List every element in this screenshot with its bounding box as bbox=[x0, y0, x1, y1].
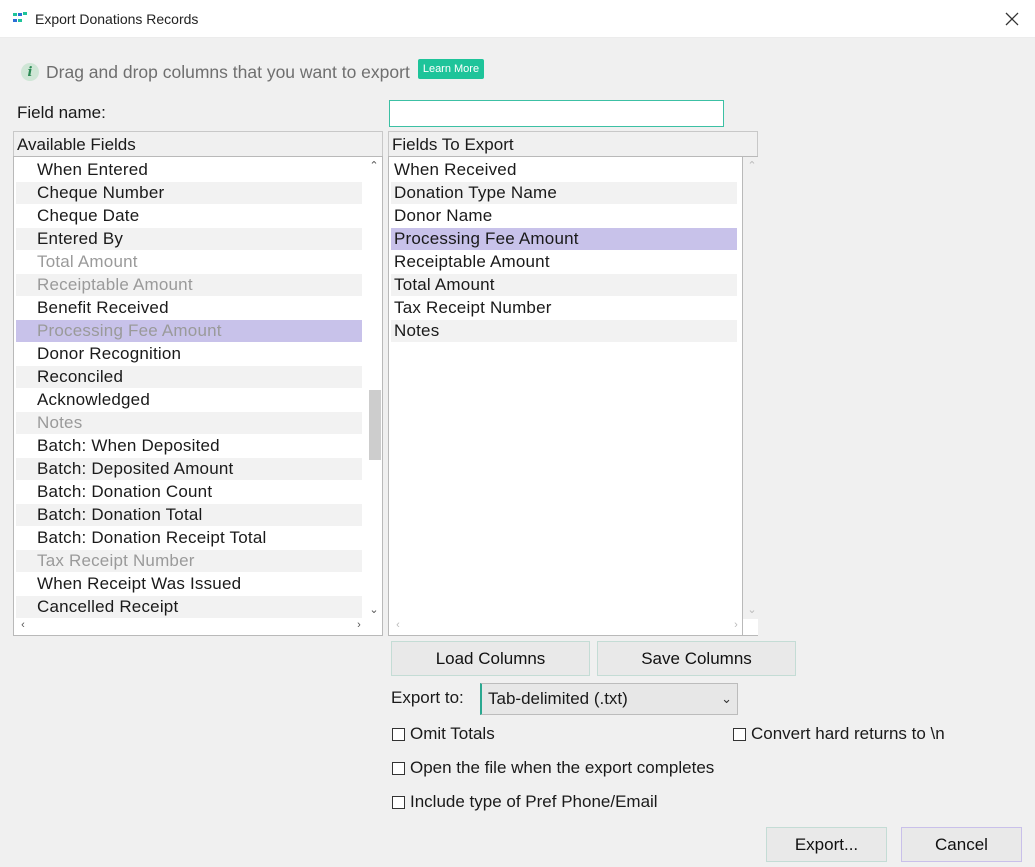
info-text: Drag and drop columns that you want to e… bbox=[46, 61, 410, 82]
checkbox-box[interactable] bbox=[392, 727, 405, 741]
list-item[interactable]: Donor Name bbox=[391, 205, 737, 227]
omit-totals-label: Omit Totals bbox=[410, 724, 495, 743]
convert-returns-checkbox[interactable]: Convert hard returns to \n bbox=[733, 724, 945, 744]
checkbox-box[interactable] bbox=[733, 727, 746, 741]
list-item[interactable]: Cancelled Receipt bbox=[16, 596, 362, 618]
list-item[interactable]: Total Amount bbox=[16, 251, 362, 273]
checkbox-box[interactable] bbox=[392, 761, 405, 775]
load-columns-button[interactable]: Load Columns bbox=[391, 641, 590, 676]
list-item[interactable]: Entered By bbox=[16, 228, 362, 250]
cancel-button[interactable]: Cancel bbox=[901, 827, 1022, 862]
info-icon: i bbox=[21, 63, 39, 81]
list-item[interactable]: Reconciled bbox=[16, 366, 362, 388]
include-pref-checkbox[interactable]: Include type of Pref Phone/Email bbox=[392, 792, 658, 812]
export-to-label: Export to: bbox=[391, 688, 464, 707]
scroll-up-arrow-icon[interactable]: ⌃ bbox=[365, 159, 382, 172]
scroll-right-arrow-icon[interactable]: › bbox=[350, 619, 368, 631]
list-item[interactable]: When Received bbox=[391, 159, 737, 181]
list-item[interactable]: Tax Receipt Number bbox=[16, 550, 362, 572]
open-file-label: Open the file when the export completes bbox=[410, 758, 715, 777]
window-title: Export Donations Records bbox=[35, 11, 199, 27]
list-item[interactable]: Acknowledged bbox=[16, 389, 362, 411]
save-columns-button[interactable]: Save Columns bbox=[597, 641, 796, 676]
list-item[interactable]: Notes bbox=[16, 412, 362, 434]
open-file-checkbox[interactable]: Open the file when the export completes bbox=[392, 758, 714, 778]
list-item[interactable]: Total Amount bbox=[391, 274, 737, 296]
list-item[interactable]: Batch: Donation Total bbox=[16, 504, 362, 526]
omit-totals-checkbox[interactable]: Omit Totals bbox=[392, 724, 495, 744]
list-item[interactable]: Donor Recognition bbox=[16, 343, 362, 365]
list-item[interactable]: When Receipt Was Issued bbox=[16, 573, 362, 595]
scroll-down-arrow-icon[interactable]: ⌄ bbox=[365, 603, 382, 616]
close-button[interactable] bbox=[989, 0, 1035, 38]
export-vertical-scrollbar[interactable]: ⌃ ⌄ bbox=[743, 157, 758, 619]
available-vertical-scrollbar[interactable]: ⌃ ⌄ bbox=[365, 157, 382, 619]
field-name-input[interactable] bbox=[389, 100, 724, 127]
list-item[interactable]: Batch: When Deposited bbox=[16, 435, 362, 457]
learn-more-button[interactable]: Learn More bbox=[417, 59, 485, 79]
list-item[interactable]: Batch: Donation Receipt Total bbox=[16, 527, 362, 549]
list-item[interactable]: Batch: Deposited Amount bbox=[16, 458, 362, 480]
include-pref-label: Include type of Pref Phone/Email bbox=[410, 792, 658, 811]
list-item[interactable]: Receiptable Amount bbox=[391, 251, 737, 273]
scroll-left-arrow-icon[interactable]: ‹ bbox=[14, 619, 32, 631]
list-item[interactable]: Batch: Donation Count bbox=[16, 481, 362, 503]
scroll-up-arrow-icon[interactable]: ⌃ bbox=[743, 159, 758, 172]
info-row: i Drag and drop columns that you want to… bbox=[21, 59, 485, 84]
list-item[interactable]: Processing Fee Amount bbox=[391, 228, 737, 250]
fields-to-export-header: Fields To Export bbox=[388, 131, 758, 157]
list-item[interactable]: Notes bbox=[391, 320, 737, 342]
export-horizontal-scrollbar[interactable]: ‹ › bbox=[389, 619, 742, 635]
export-format-select[interactable]: Tab-delimited (.txt) ⌄ bbox=[480, 683, 738, 715]
list-item[interactable]: Processing Fee Amount bbox=[16, 320, 362, 342]
convert-returns-label: Convert hard returns to \n bbox=[751, 724, 945, 743]
checkbox-box[interactable] bbox=[392, 795, 405, 809]
export-format-value: Tab-delimited (.txt) bbox=[488, 689, 628, 708]
list-item[interactable]: Receiptable Amount bbox=[16, 274, 362, 296]
list-item[interactable]: Cheque Date bbox=[16, 205, 362, 227]
scrollbar-thumb[interactable] bbox=[369, 390, 381, 460]
close-icon bbox=[1005, 12, 1019, 26]
list-item[interactable]: Benefit Received bbox=[16, 297, 362, 319]
list-item[interactable]: Tax Receipt Number bbox=[391, 297, 737, 319]
available-fields-header: Available Fields bbox=[13, 131, 383, 157]
scroll-right-arrow-icon[interactable]: › bbox=[727, 619, 745, 631]
export-button[interactable]: Export... bbox=[766, 827, 887, 862]
title-bar: Export Donations Records bbox=[0, 0, 1035, 38]
list-item[interactable]: When Entered bbox=[16, 159, 362, 181]
scroll-left-arrow-icon[interactable]: ‹ bbox=[389, 619, 407, 631]
scroll-down-arrow-icon[interactable]: ⌄ bbox=[743, 603, 758, 616]
fields-to-export-list[interactable]: ⌃ ⌄ ‹ › When Received Donation Type Name D… bbox=[388, 156, 758, 636]
available-horizontal-scrollbar[interactable]: ‹ › bbox=[14, 619, 382, 635]
list-item[interactable]: Donation Type Name bbox=[391, 182, 737, 204]
list-item[interactable]: Cheque Number bbox=[16, 182, 362, 204]
field-name-label: Field name: bbox=[17, 103, 106, 122]
available-fields-list[interactable]: ⌃ ⌄ ‹ › When Entered Cheque Number Cheque … bbox=[13, 156, 383, 636]
app-logo-icon bbox=[13, 12, 27, 22]
chevron-down-icon: ⌄ bbox=[721, 691, 732, 706]
